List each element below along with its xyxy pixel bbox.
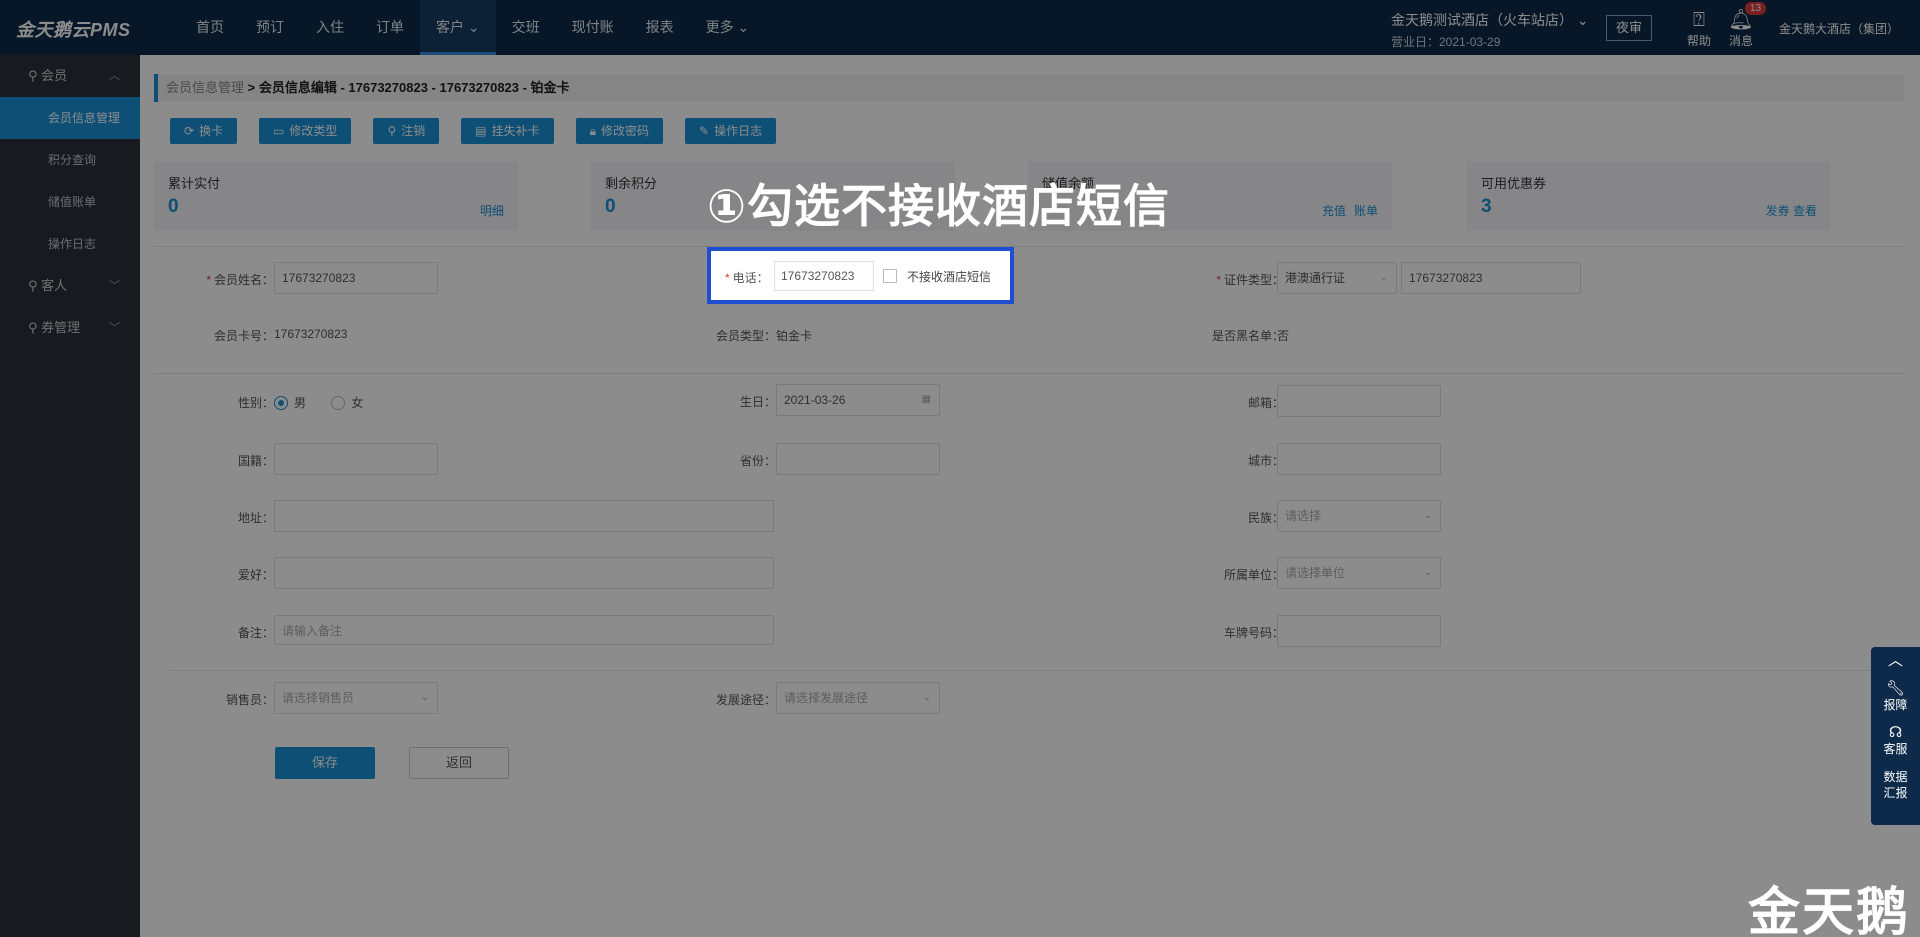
watermark-logo: 金天鹅 [1748, 882, 1911, 937]
tutorial-overlay [0, 0, 1920, 937]
wrench-icon: 🔧︎ [1885, 680, 1906, 697]
report-issue-button[interactable]: 🔧︎ 报障 [1871, 681, 1920, 713]
tutorial-annotation: ①勾选不接收酒店短信 [707, 180, 1170, 232]
phone-label: * 电话： [725, 271, 769, 285]
collapse-button[interactable]: ︿ [1871, 653, 1920, 669]
no-sms-label: 不接收酒店短信 [907, 270, 992, 284]
headset-icon: ☊ [1888, 724, 1903, 741]
customer-service-button[interactable]: ☊ 客服 [1871, 725, 1920, 757]
data-report-button[interactable]: 数据 汇报 [1871, 769, 1920, 801]
phone-input[interactable]: 17673270823 [774, 261, 874, 291]
no-sms-checkbox[interactable] [883, 269, 897, 283]
floating-tool-panel: ︿ 🔧︎ 报障 ☊ 客服 数据 汇报 [1871, 647, 1920, 825]
highlight-phone-box: * 电话： 17673270823 不接收酒店短信 [707, 247, 1014, 304]
chevron-up-icon: ︿ [1887, 652, 1903, 669]
